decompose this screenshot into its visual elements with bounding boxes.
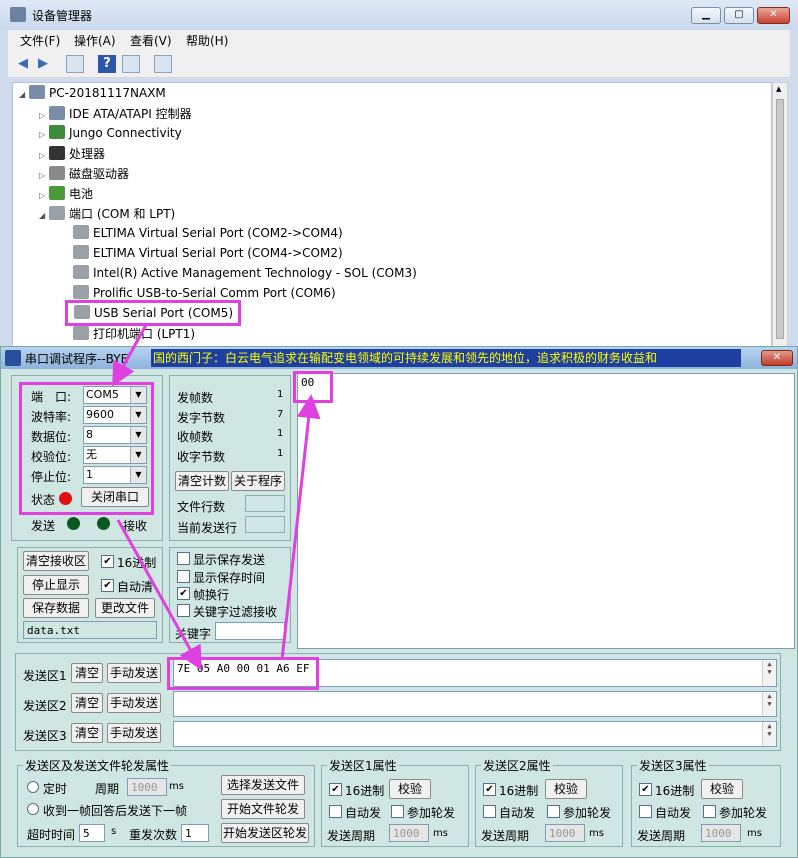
arrow-settings-to-send [116,519,202,671]
annotation-arrows [112,324,321,671]
arrow-port-to-settings [112,324,148,387]
arrow-send-to-receive [280,394,321,661]
